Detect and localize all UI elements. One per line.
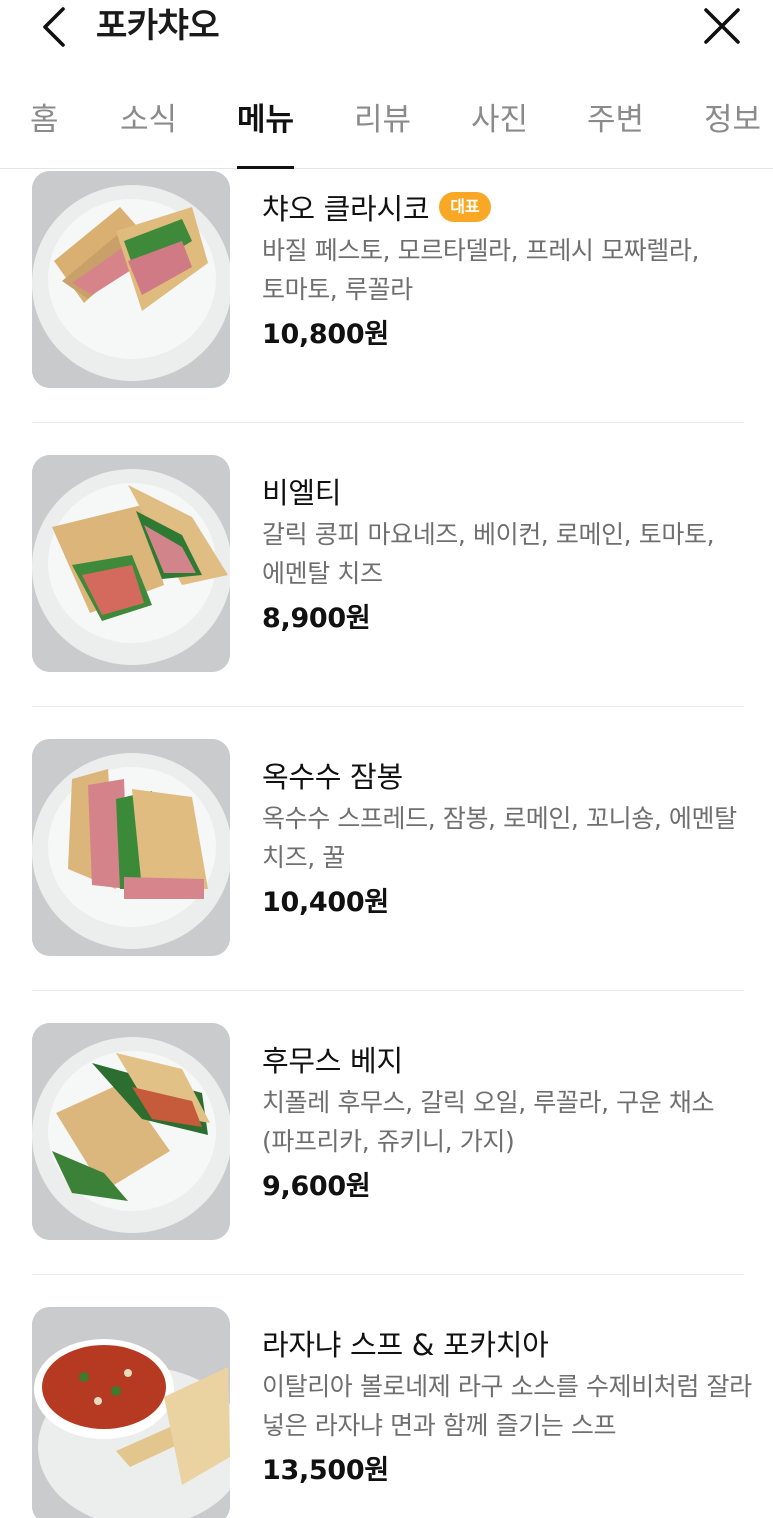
- menu-item-description: 갈릭 콩피 마요네즈, 베이컨, 로메인, 토마토, 에멘탈 치즈: [262, 520, 715, 588]
- menu-item-info: 챠오 클라시코 대표 바질 페스토, 모르타델라, 프레시 모짜렐라, 토마토,…: [262, 185, 752, 355]
- page-title: 포카챠오: [96, 6, 220, 46]
- menu-item[interactable]: 비엘티 갈릭 콩피 마요네즈, 베이컨, 로메인, 토마토, 에멘탈 치즈 8,…: [0, 453, 773, 737]
- tab-bar: 홈 소식 메뉴 리뷰 사진 주변 정보: [0, 92, 773, 169]
- menu-item-photo: [32, 739, 230, 956]
- menu-item[interactable]: 챠오 클라시코 대표 바질 페스토, 모르타델라, 프레시 모짜렐라, 토마토,…: [0, 169, 773, 453]
- menu-item-description: 옥수수 스프레드, 잠봉, 로메인, 꼬니숑, 에멘탈 치즈, 꿀: [262, 804, 737, 872]
- menu-item-description: 바질 페스토, 모르타델라, 프레시 모짜렐라, 토마토, 루꼴라: [262, 236, 700, 304]
- divider: [32, 1274, 744, 1275]
- tab-reviews[interactable]: 리뷰: [354, 98, 411, 142]
- menu-item-name: 비엘티: [262, 476, 342, 510]
- chevron-left-icon: [43, 7, 65, 47]
- tab-menu[interactable]: 메뉴: [237, 98, 294, 142]
- close-button[interactable]: [700, 4, 744, 48]
- menu-item-name: 챠오 클라시코: [262, 192, 430, 226]
- menu-item-description: 치폴레 후무스, 갈릭 오일, 루꼴라, 구운 채소(파프리카, 쥬키니, 가지…: [262, 1088, 715, 1156]
- divider: [32, 422, 744, 423]
- menu-item-title-row: 비엘티: [262, 469, 752, 513]
- menu-item-price: 10,800원: [262, 319, 389, 350]
- menu-item-photo: [32, 1023, 230, 1240]
- tab-info[interactable]: 정보: [704, 98, 761, 142]
- back-button[interactable]: [34, 4, 74, 50]
- menu-item-name: 옥수수 잠봉: [262, 760, 403, 794]
- tab-photos[interactable]: 사진: [471, 98, 528, 142]
- menu-item-name: 라자냐 스프 & 포카치아: [262, 1328, 549, 1362]
- menu-list: 챠오 클라시코 대표 바질 페스토, 모르타델라, 프레시 모짜렐라, 토마토,…: [0, 169, 773, 1518]
- top-bar: 포카챠오: [0, 0, 773, 60]
- menu-item[interactable]: 라자냐 스프 & 포카치아 이탈리아 볼로네제 라구 소스를 수제비처럼 잘라 …: [0, 1305, 773, 1518]
- menu-item[interactable]: 후무스 베지 치폴레 후무스, 갈릭 오일, 루꼴라, 구운 채소(파프리카, …: [0, 1021, 773, 1305]
- menu-item-title-row: 챠오 클라시코 대표: [262, 185, 752, 229]
- menu-item-title-row: 라자냐 스프 & 포카치아: [262, 1321, 752, 1365]
- close-icon: [704, 8, 740, 44]
- menu-item-photo: [32, 1307, 230, 1518]
- tab-home[interactable]: 홈: [30, 98, 59, 142]
- tab-news[interactable]: 소식: [120, 98, 177, 142]
- signature-badge: 대표: [439, 192, 491, 222]
- menu-item-description: 이탈리아 볼로네제 라구 소스를 수제비처럼 잘라 넣은 라자냐 면과 함께 즐…: [262, 1372, 752, 1440]
- menu-item-info: 후무스 베지 치폴레 후무스, 갈릭 오일, 루꼴라, 구운 채소(파프리카, …: [262, 1037, 752, 1207]
- menu-item-price: 9,600원: [262, 1171, 371, 1202]
- menu-item-price: 13,500원: [262, 1455, 389, 1486]
- menu-item-info: 라자냐 스프 & 포카치아 이탈리아 볼로네제 라구 소스를 수제비처럼 잘라 …: [262, 1321, 752, 1491]
- menu-item-photo: [32, 171, 230, 388]
- menu-item-photo: [32, 455, 230, 672]
- menu-item[interactable]: 옥수수 잠봉 옥수수 스프레드, 잠봉, 로메인, 꼬니숑, 에멘탈 치즈, 꿀…: [0, 737, 773, 1021]
- menu-item-info: 옥수수 잠봉 옥수수 스프레드, 잠봉, 로메인, 꼬니숑, 에멘탈 치즈, 꿀…: [262, 753, 752, 923]
- tab-nearby[interactable]: 주변: [587, 98, 644, 142]
- menu-item-name: 후무스 베지: [262, 1044, 403, 1078]
- menu-item-title-row: 후무스 베지: [262, 1037, 752, 1081]
- divider: [32, 990, 744, 991]
- menu-item-price: 8,900원: [262, 603, 371, 634]
- divider: [32, 706, 744, 707]
- menu-item-title-row: 옥수수 잠봉: [262, 753, 752, 797]
- menu-item-info: 비엘티 갈릭 콩피 마요네즈, 베이컨, 로메인, 토마토, 에멘탈 치즈 8,…: [262, 469, 752, 639]
- menu-item-price: 10,400원: [262, 887, 389, 918]
